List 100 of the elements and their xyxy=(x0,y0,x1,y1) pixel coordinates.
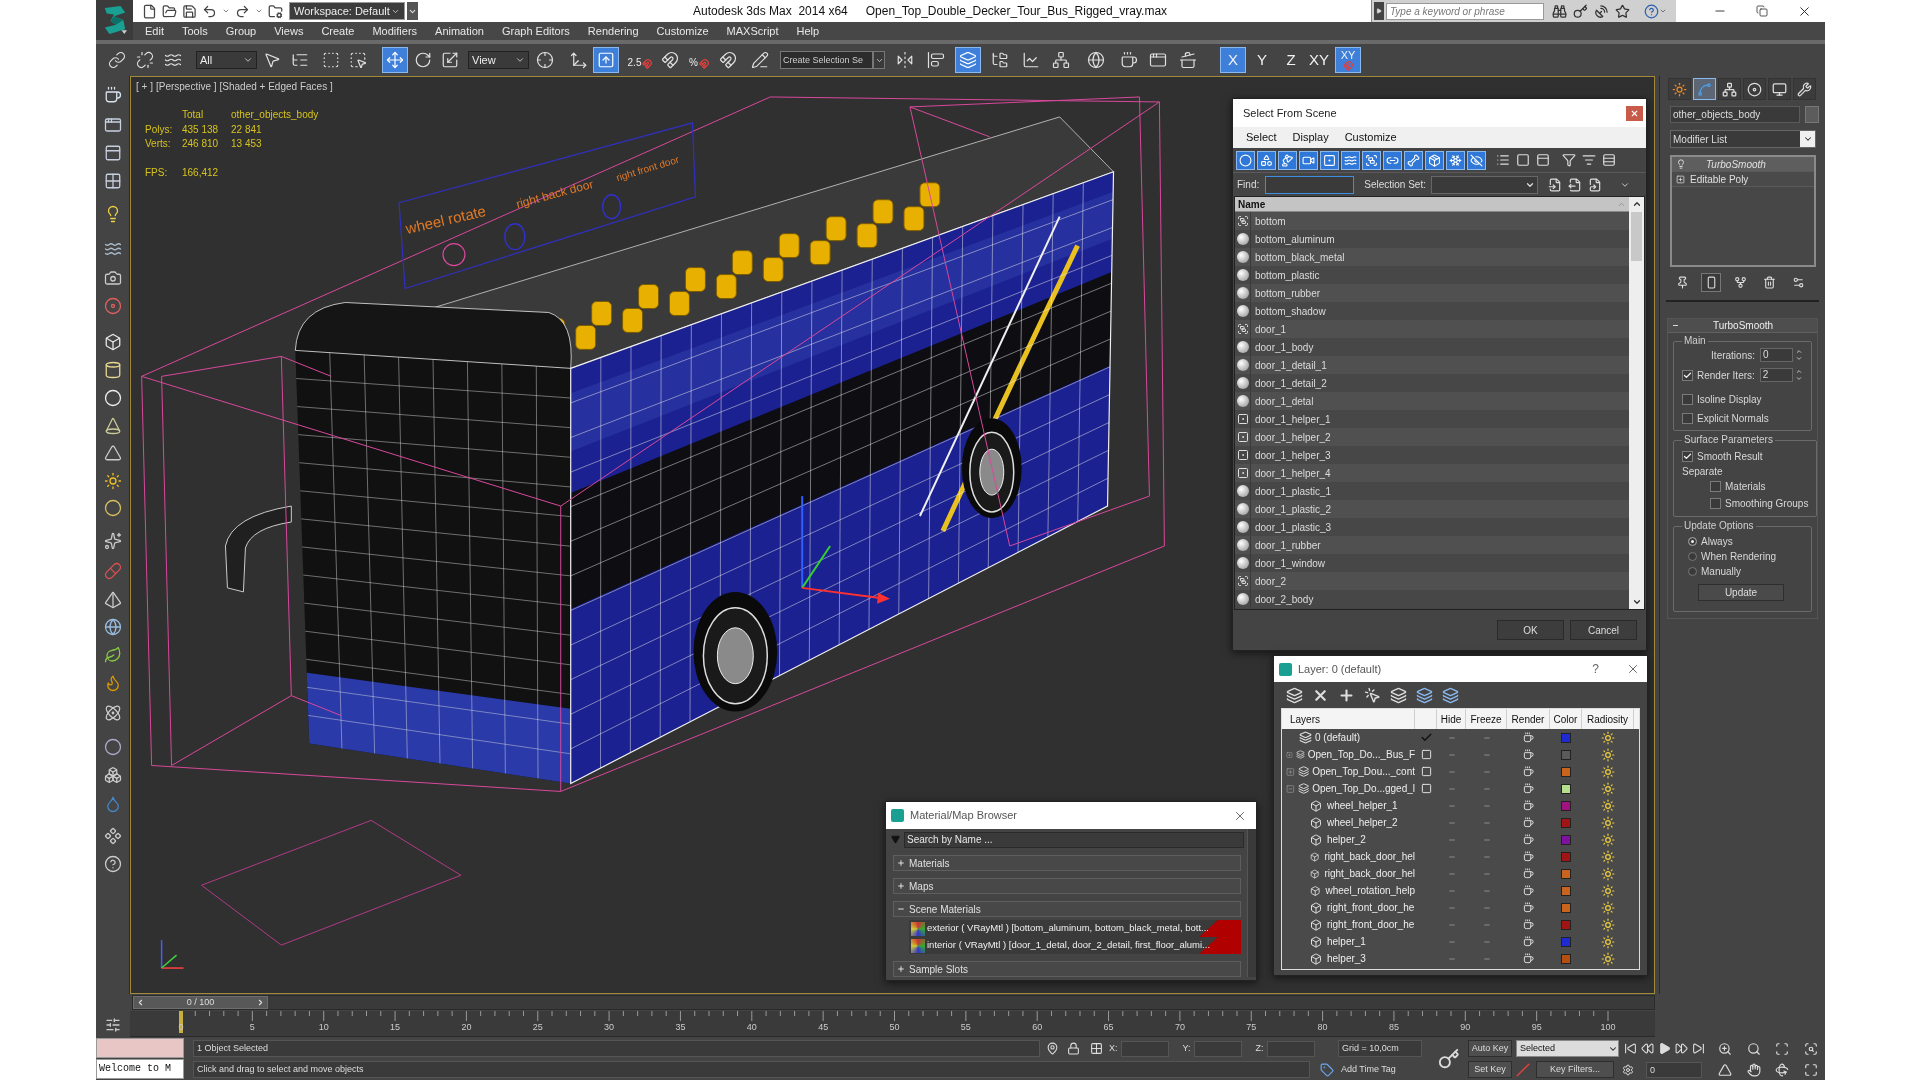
lightbulb-icon[interactable] xyxy=(1676,159,1686,169)
key-mode-dropdown[interactable]: Selected xyxy=(1516,1040,1619,1057)
scan-icon[interactable] xyxy=(1775,1041,1790,1056)
square-icon[interactable] xyxy=(1420,749,1432,760)
layers-icon[interactable] xyxy=(1442,686,1459,704)
update-button[interactable]: Update xyxy=(1698,584,1784,601)
dropdown-arrow-button[interactable] xyxy=(873,51,885,69)
cup-icon[interactable] xyxy=(1523,834,1534,845)
panel-tab[interactable] xyxy=(1768,78,1791,100)
column-header[interactable]: Radiosity xyxy=(1586,711,1629,727)
sun-icon[interactable] xyxy=(1601,798,1615,813)
menu-item[interactable]: Animation xyxy=(426,23,493,39)
color-swatch-icon[interactable] xyxy=(1561,800,1571,811)
rollout-header[interactable]: Sample Slots xyxy=(893,961,1241,977)
zoom-in-icon[interactable] xyxy=(1718,1041,1733,1056)
skip-forward-icon[interactable] xyxy=(1692,1042,1705,1055)
lock-icon[interactable] xyxy=(1067,1042,1080,1055)
filter-toggle[interactable] xyxy=(1446,150,1465,170)
color-swatch-icon[interactable] xyxy=(1561,766,1571,777)
object-list-row[interactable]: bottom xyxy=(1235,212,1629,230)
color-swatch-icon[interactable] xyxy=(1561,817,1571,828)
cup-icon[interactable] xyxy=(1523,885,1534,896)
pin-icon[interactable] xyxy=(1046,1042,1059,1055)
toolbar-dropdown[interactable]: All xyxy=(196,51,257,69)
sun-icon[interactable] xyxy=(1601,730,1615,745)
column-header[interactable]: Color xyxy=(1553,711,1578,727)
snap-toggle[interactable]: % xyxy=(685,47,713,73)
layer-name[interactable]: Open_Top_Dou..._cont xyxy=(1312,764,1415,779)
coordinate-field[interactable] xyxy=(1266,1040,1315,1057)
sun-icon[interactable] xyxy=(1601,934,1615,949)
scroll-up-icon[interactable] xyxy=(1631,199,1642,209)
render-iters-field[interactable]: 2 xyxy=(1759,368,1793,382)
menu-item[interactable]: Tools xyxy=(172,23,217,39)
cup-icon[interactable] xyxy=(1523,800,1534,811)
dialog-button[interactable]: OK xyxy=(1497,620,1564,640)
save-icon[interactable] xyxy=(182,3,197,19)
sun-icon[interactable] xyxy=(1601,849,1615,864)
sun-icon[interactable] xyxy=(1601,883,1615,898)
axis-constraint-button[interactable]: X xyxy=(1220,47,1246,73)
auto-key-button[interactable]: Auto Key xyxy=(1468,1040,1512,1057)
search-toggle-button[interactable] xyxy=(1374,2,1384,20)
hand-icon[interactable] xyxy=(1746,1062,1761,1077)
search-icon[interactable] xyxy=(1746,1041,1761,1056)
object-name[interactable]: helper_3 xyxy=(1327,951,1366,966)
filter-toggle[interactable] xyxy=(1425,150,1444,170)
column-header[interactable]: Hide xyxy=(1440,711,1462,727)
menu-item[interactable]: MAXScript xyxy=(717,23,788,39)
time-slider-thumb[interactable]: 0 / 100 xyxy=(133,996,268,1009)
menu-item[interactable]: Customize xyxy=(647,23,718,39)
frame-spinner[interactable]: 0 xyxy=(1646,1061,1702,1078)
search-field[interactable]: Search by Name ... xyxy=(904,831,1244,848)
cup-icon[interactable] xyxy=(1523,783,1534,794)
add-time-tag-button[interactable]: Add Time Tag xyxy=(1338,1061,1399,1078)
object-name[interactable]: helper_1 xyxy=(1327,934,1366,949)
rollout-header[interactable]: Materials xyxy=(893,855,1241,871)
object-name-field[interactable]: other_objects_body xyxy=(1670,106,1801,123)
list-filter-icon[interactable] xyxy=(1582,153,1596,167)
object-name[interactable]: right_back_door_hel xyxy=(1324,866,1415,881)
skip-back-icon[interactable] xyxy=(1624,1042,1637,1055)
pointer-icon[interactable] xyxy=(1364,686,1381,704)
maximize-icon[interactable] xyxy=(1803,1062,1818,1077)
checkbox[interactable] xyxy=(1682,369,1693,381)
filter-toggle[interactable] xyxy=(1362,150,1381,170)
app-logo-icon[interactable] xyxy=(96,0,133,40)
spinner-up-icon[interactable] xyxy=(1794,368,1803,375)
object-name[interactable]: helper_2 xyxy=(1327,832,1366,847)
key-icon[interactable] xyxy=(1437,1048,1460,1070)
perspective-viewport[interactable] xyxy=(130,76,1655,994)
key-icon[interactable] xyxy=(1573,3,1588,19)
viewport-menu-label[interactable]: [Shaded + Edged Faces ] xyxy=(219,81,333,93)
square-icon[interactable] xyxy=(1420,766,1432,777)
menu-item[interactable]: Group xyxy=(216,23,266,39)
color-swatch-icon[interactable] xyxy=(1561,851,1571,862)
scan-search-icon[interactable] xyxy=(1803,1041,1818,1056)
object-name[interactable]: right_front_door_he xyxy=(1327,900,1415,915)
object-list-row[interactable]: door_1_rubber xyxy=(1235,536,1629,554)
scrollbar[interactable] xyxy=(1247,829,1256,977)
color-swatch-icon[interactable] xyxy=(1561,868,1571,879)
cup-icon[interactable] xyxy=(1523,902,1534,913)
undo-icon[interactable] xyxy=(202,3,217,19)
menu-item[interactable]: Rendering xyxy=(578,23,648,39)
caret-icon[interactable] xyxy=(255,7,263,15)
cup-icon[interactable] xyxy=(1523,817,1534,828)
plus-icon[interactable] xyxy=(1338,686,1355,704)
checkbox[interactable] xyxy=(1682,412,1693,424)
check-icon[interactable] xyxy=(1419,731,1433,744)
time-slider-track[interactable]: 0 / 100 xyxy=(132,995,1655,1010)
rewind-icon[interactable] xyxy=(1641,1042,1654,1055)
sun-icon[interactable] xyxy=(1601,832,1615,847)
square-icon[interactable] xyxy=(1516,153,1530,167)
material-item[interactable]: interior ( VRayMtl ) [door_1_detal, door_2_detail, first_floor_alumi... xyxy=(909,937,1241,954)
object-list-row[interactable]: door_1_helper_4 xyxy=(1235,464,1629,482)
filter-toggle[interactable] xyxy=(1278,150,1297,170)
named-selection-field[interactable]: Create Selection Se xyxy=(780,51,873,69)
menu-item[interactable]: Select xyxy=(1238,129,1285,146)
star-icon[interactable] xyxy=(1615,3,1630,19)
sun-icon[interactable] xyxy=(1601,917,1615,932)
axis-constraint-button[interactable]: Z xyxy=(1278,47,1304,73)
coordinate-field[interactable] xyxy=(1193,1040,1242,1057)
triangle-icon[interactable] xyxy=(1718,1062,1733,1077)
